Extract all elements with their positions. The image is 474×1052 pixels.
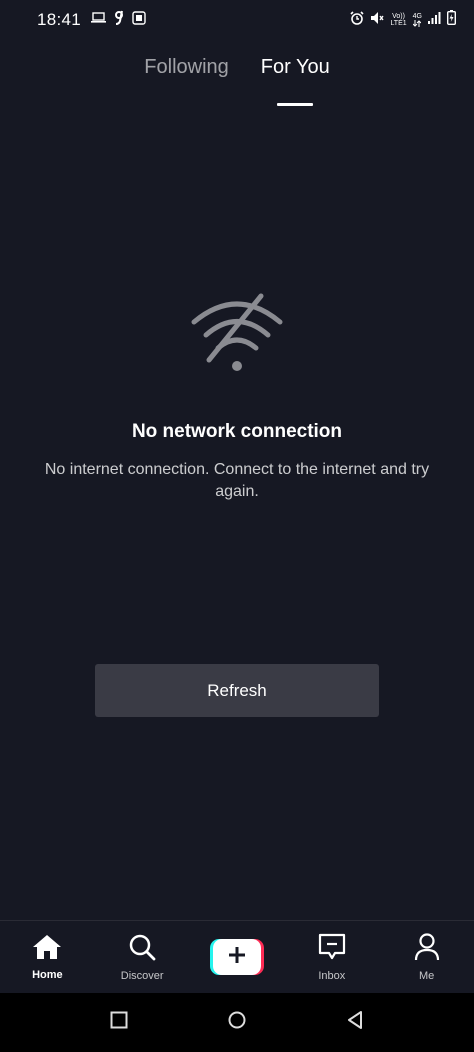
feed-tabs: Following For You bbox=[0, 50, 474, 106]
nav-inbox-label: Inbox bbox=[318, 969, 346, 982]
status-left-icons bbox=[91, 10, 146, 30]
g-app-icon bbox=[114, 10, 124, 30]
square-app-icon bbox=[132, 10, 146, 30]
create-button-face bbox=[212, 939, 261, 975]
nav-home-label: Home bbox=[32, 968, 63, 981]
back-icon[interactable] bbox=[346, 1010, 364, 1035]
4g-icon: 4G bbox=[413, 13, 422, 27]
laptop-icon bbox=[91, 11, 107, 29]
empty-state-description: No internet connection. Connect to the i… bbox=[44, 461, 430, 500]
create-button[interactable] bbox=[209, 939, 264, 975]
nav-home[interactable]: Home bbox=[7, 934, 87, 981]
volte-label: Vo)) bbox=[392, 13, 405, 20]
bottom-nav: Home Discover Inbox Me bbox=[0, 920, 474, 993]
profile-icon bbox=[414, 932, 440, 966]
battery-icon bbox=[446, 10, 456, 30]
nav-discover[interactable]: Discover bbox=[102, 933, 182, 982]
nav-discover-label: Discover bbox=[120, 969, 164, 982]
status-time: 18:41 bbox=[37, 10, 82, 29]
tab-for-you[interactable]: For You bbox=[259, 50, 332, 106]
status-right-icons: Vo)) LTE1 4G bbox=[350, 10, 456, 30]
signal-icon bbox=[428, 11, 441, 29]
alarm-icon bbox=[350, 10, 365, 30]
mute-icon bbox=[370, 11, 384, 30]
nav-me-label: Me bbox=[418, 969, 435, 982]
search-icon bbox=[128, 933, 156, 966]
volte-icon: Vo)) LTE1 bbox=[390, 13, 406, 27]
plus-icon bbox=[228, 946, 246, 969]
system-nav-bar bbox=[0, 993, 474, 1052]
inbox-icon bbox=[318, 933, 346, 966]
recent-apps-icon[interactable] bbox=[110, 1011, 128, 1034]
home-icon bbox=[32, 934, 62, 965]
tab-for-you-label: For You bbox=[260, 56, 330, 78]
status-bar: 18:41 Vo)) LTE1 4G bbox=[0, 0, 474, 40]
network-label: 4G bbox=[412, 13, 422, 20]
empty-state-title: No network connection bbox=[131, 421, 343, 442]
refresh-button[interactable]: Refresh bbox=[95, 664, 379, 717]
nav-me[interactable]: Me bbox=[387, 932, 467, 982]
active-tab-indicator bbox=[277, 103, 314, 106]
tab-following-label: Following bbox=[144, 56, 229, 78]
nav-create[interactable] bbox=[197, 939, 277, 975]
no-network-state: No network connection No internet connec… bbox=[0, 290, 474, 503]
home-circle-icon[interactable] bbox=[227, 1010, 247, 1035]
wifi-off-icon bbox=[191, 290, 283, 379]
lte-label: LTE1 bbox=[390, 20, 407, 27]
tab-following[interactable]: Following bbox=[142, 50, 230, 100]
nav-inbox[interactable]: Inbox bbox=[292, 933, 372, 982]
